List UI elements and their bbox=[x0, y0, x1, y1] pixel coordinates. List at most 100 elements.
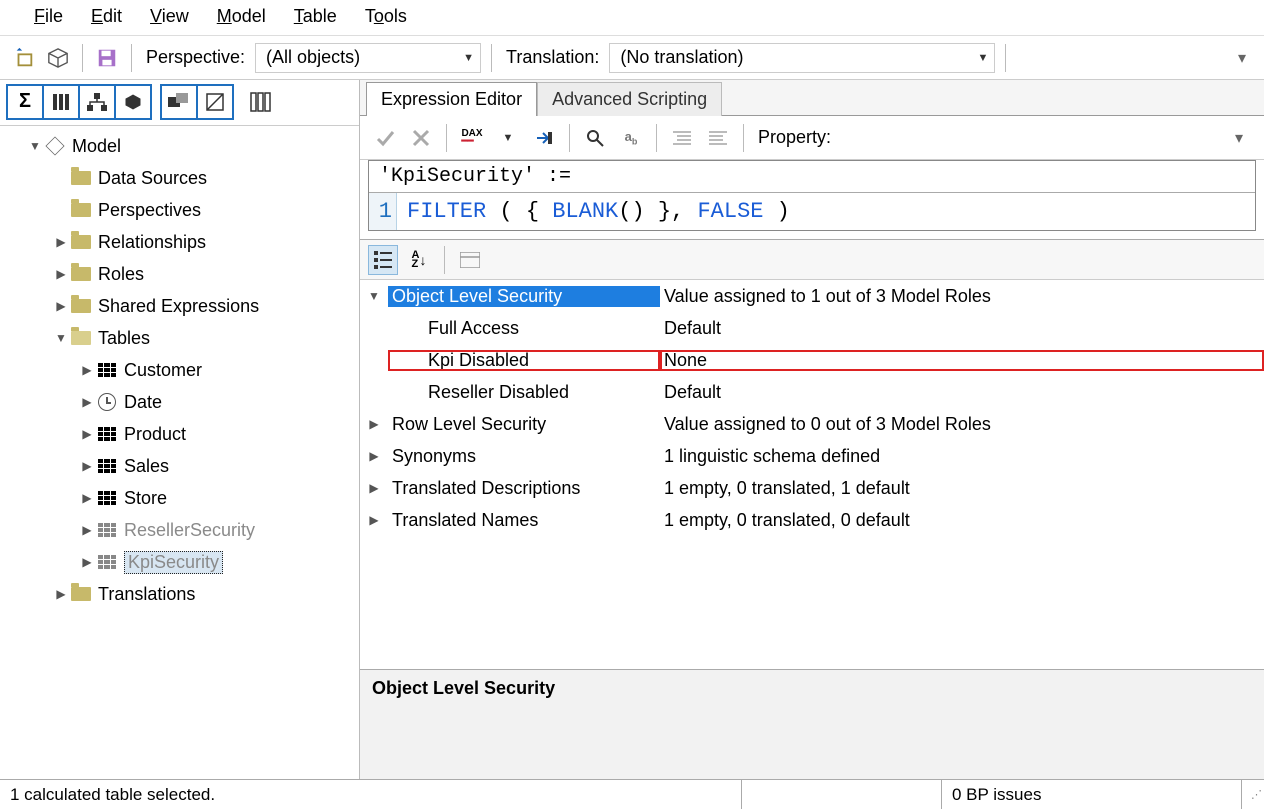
property-row[interactable]: Synonyms1 linguistic schema defined bbox=[360, 440, 1264, 472]
replace-icon[interactable]: ab bbox=[616, 123, 646, 153]
outdent-icon[interactable] bbox=[703, 123, 733, 153]
filter-folders-icon[interactable] bbox=[160, 84, 198, 120]
columns-layout-icon[interactable] bbox=[242, 84, 280, 120]
property-value[interactable]: 1 linguistic schema defined bbox=[660, 446, 1264, 467]
right-panel: Expression Editor Advanced Scripting DAX… bbox=[360, 80, 1264, 779]
property-row[interactable]: Kpi DisabledNone bbox=[360, 344, 1264, 376]
filter-sigma-icon[interactable]: Σ bbox=[6, 84, 44, 120]
main-area: Σ Model Data Sources bbox=[0, 80, 1264, 779]
property-name: Synonyms bbox=[388, 446, 660, 467]
tree-node-kpi-security[interactable]: KpiSecurity bbox=[8, 546, 357, 578]
filter-hierarchy-icon[interactable] bbox=[78, 84, 116, 120]
cube-outline-icon[interactable] bbox=[44, 44, 72, 72]
tab-expression-editor[interactable]: Expression Editor bbox=[366, 82, 537, 116]
alphabetical-icon[interactable]: AZ↓ bbox=[404, 245, 434, 275]
tree-node-model[interactable]: Model bbox=[8, 130, 357, 162]
property-value[interactable]: Value assigned to 0 out of 3 Model Roles bbox=[660, 414, 1264, 435]
editor-tabs: Expression Editor Advanced Scripting bbox=[360, 80, 1264, 116]
property-row[interactable]: Object Level SecurityValue assigned to 1… bbox=[360, 280, 1264, 312]
tree-node-tables[interactable]: Tables bbox=[8, 322, 357, 354]
properties-grid[interactable]: Object Level SecurityValue assigned to 1… bbox=[360, 280, 1264, 669]
dropdown-icon[interactable]: ▼ bbox=[493, 123, 523, 153]
translation-value: (No translation) bbox=[620, 47, 743, 68]
menu-tools[interactable]: Tools bbox=[365, 6, 407, 27]
property-description-title: Object Level Security bbox=[372, 678, 1252, 699]
property-name: Full Access bbox=[388, 318, 660, 339]
property-row[interactable]: Full AccessDefault bbox=[360, 312, 1264, 344]
tree-node-roles[interactable]: Roles bbox=[8, 258, 357, 290]
tree-node-store[interactable]: Store bbox=[8, 482, 357, 514]
expression-code[interactable]: 1 FILTER ( { BLANK() }, FALSE ) bbox=[369, 193, 1255, 230]
tree-panel: Σ Model Data Sources bbox=[0, 80, 360, 779]
property-row[interactable]: Translated Names1 empty, 0 translated, 0… bbox=[360, 504, 1264, 536]
tree-node-translations[interactable]: Translations bbox=[8, 578, 357, 610]
properties-panel: AZ↓ Object Level SecurityValue assigned … bbox=[360, 239, 1264, 779]
status-middle bbox=[742, 780, 942, 809]
translation-combo[interactable]: (No translation) ▼ bbox=[609, 43, 995, 73]
property-value[interactable]: Value assigned to 1 out of 3 Model Roles bbox=[660, 286, 1264, 307]
toolbar-perspective-translation: Perspective: (All objects) ▼ Translation… bbox=[0, 36, 1264, 80]
categorized-icon[interactable] bbox=[368, 245, 398, 275]
expand-icon[interactable] bbox=[360, 513, 388, 527]
property-name: Row Level Security bbox=[388, 414, 660, 435]
expand-icon[interactable] bbox=[360, 289, 388, 303]
tree-node-data-sources[interactable]: Data Sources bbox=[8, 162, 357, 194]
indent-icon[interactable] bbox=[667, 123, 697, 153]
property-row[interactable]: Translated Descriptions1 empty, 0 transl… bbox=[360, 472, 1264, 504]
menu-view[interactable]: View bbox=[150, 6, 189, 27]
menu-file[interactable]: File bbox=[34, 6, 63, 27]
cancel-icon[interactable] bbox=[406, 123, 436, 153]
menu-bar: File Edit View Model Table Tools bbox=[0, 0, 1264, 36]
expand-icon[interactable] bbox=[360, 449, 388, 463]
perspective-label: Perspective: bbox=[142, 47, 249, 68]
accept-icon[interactable] bbox=[370, 123, 400, 153]
tree-node-perspectives[interactable]: Perspectives bbox=[8, 194, 357, 226]
expression-toolbar-overflow-icon[interactable]: ▾ bbox=[1224, 123, 1254, 153]
search-icon[interactable] bbox=[580, 123, 610, 153]
perspective-value: (All objects) bbox=[266, 47, 360, 68]
tab-advanced-scripting[interactable]: Advanced Scripting bbox=[537, 82, 722, 116]
properties-toolbar: AZ↓ bbox=[360, 240, 1264, 280]
tree-node-date[interactable]: Date bbox=[8, 386, 357, 418]
refresh-in-icon[interactable] bbox=[10, 44, 38, 72]
translation-label: Translation: bbox=[502, 47, 603, 68]
property-pages-icon[interactable] bbox=[455, 245, 485, 275]
property-name: Translated Descriptions bbox=[388, 478, 660, 499]
property-row[interactable]: Reseller DisabledDefault bbox=[360, 376, 1264, 408]
property-value[interactable]: None bbox=[660, 350, 1264, 371]
line-number: 1 bbox=[369, 193, 397, 230]
filter-hidden-icon[interactable] bbox=[196, 84, 234, 120]
property-value[interactable]: Default bbox=[660, 382, 1264, 403]
expand-icon[interactable] bbox=[360, 481, 388, 495]
resize-grip-icon[interactable]: ⋰ bbox=[1242, 786, 1264, 803]
tree-node-product[interactable]: Product bbox=[8, 418, 357, 450]
goto-icon[interactable] bbox=[529, 123, 559, 153]
chevron-down-icon: ▼ bbox=[978, 52, 989, 64]
save-icon[interactable] bbox=[93, 44, 121, 72]
expand-icon[interactable] bbox=[360, 417, 388, 431]
property-value[interactable]: Default bbox=[660, 318, 1264, 339]
model-tree[interactable]: Model Data Sources Perspectives Relation… bbox=[0, 126, 359, 779]
property-value[interactable]: 1 empty, 0 translated, 0 default bbox=[660, 510, 1264, 531]
code-line[interactable]: FILTER ( { BLANK() }, FALSE ) bbox=[397, 193, 800, 230]
chevron-down-icon: ▼ bbox=[463, 52, 474, 64]
property-name: Object Level Security bbox=[388, 286, 660, 307]
property-value[interactable]: 1 empty, 0 translated, 1 default bbox=[660, 478, 1264, 499]
filter-columns-icon[interactable] bbox=[42, 84, 80, 120]
tree-node-reseller-security[interactable]: ResellerSecurity bbox=[8, 514, 357, 546]
status-bp-issues: 0 BP issues bbox=[942, 780, 1242, 809]
tree-node-relationships[interactable]: Relationships bbox=[8, 226, 357, 258]
expression-editor: 'KpiSecurity' := 1 FILTER ( { BLANK() },… bbox=[368, 160, 1256, 231]
tree-node-customer[interactable]: Customer bbox=[8, 354, 357, 386]
filter-cube-icon[interactable] bbox=[114, 84, 152, 120]
menu-edit[interactable]: Edit bbox=[91, 6, 122, 27]
menu-table[interactable]: Table bbox=[294, 6, 337, 27]
toolbar-overflow-icon[interactable]: ▾ bbox=[1228, 44, 1256, 72]
menu-model[interactable]: Model bbox=[217, 6, 266, 27]
property-name: Translated Names bbox=[388, 510, 660, 531]
dax-format-icon[interactable]: DAX━━ bbox=[457, 123, 487, 153]
tree-node-shared-expressions[interactable]: Shared Expressions bbox=[8, 290, 357, 322]
property-row[interactable]: Row Level SecurityValue assigned to 0 ou… bbox=[360, 408, 1264, 440]
tree-node-sales[interactable]: Sales bbox=[8, 450, 357, 482]
perspective-combo[interactable]: (All objects) ▼ bbox=[255, 43, 481, 73]
